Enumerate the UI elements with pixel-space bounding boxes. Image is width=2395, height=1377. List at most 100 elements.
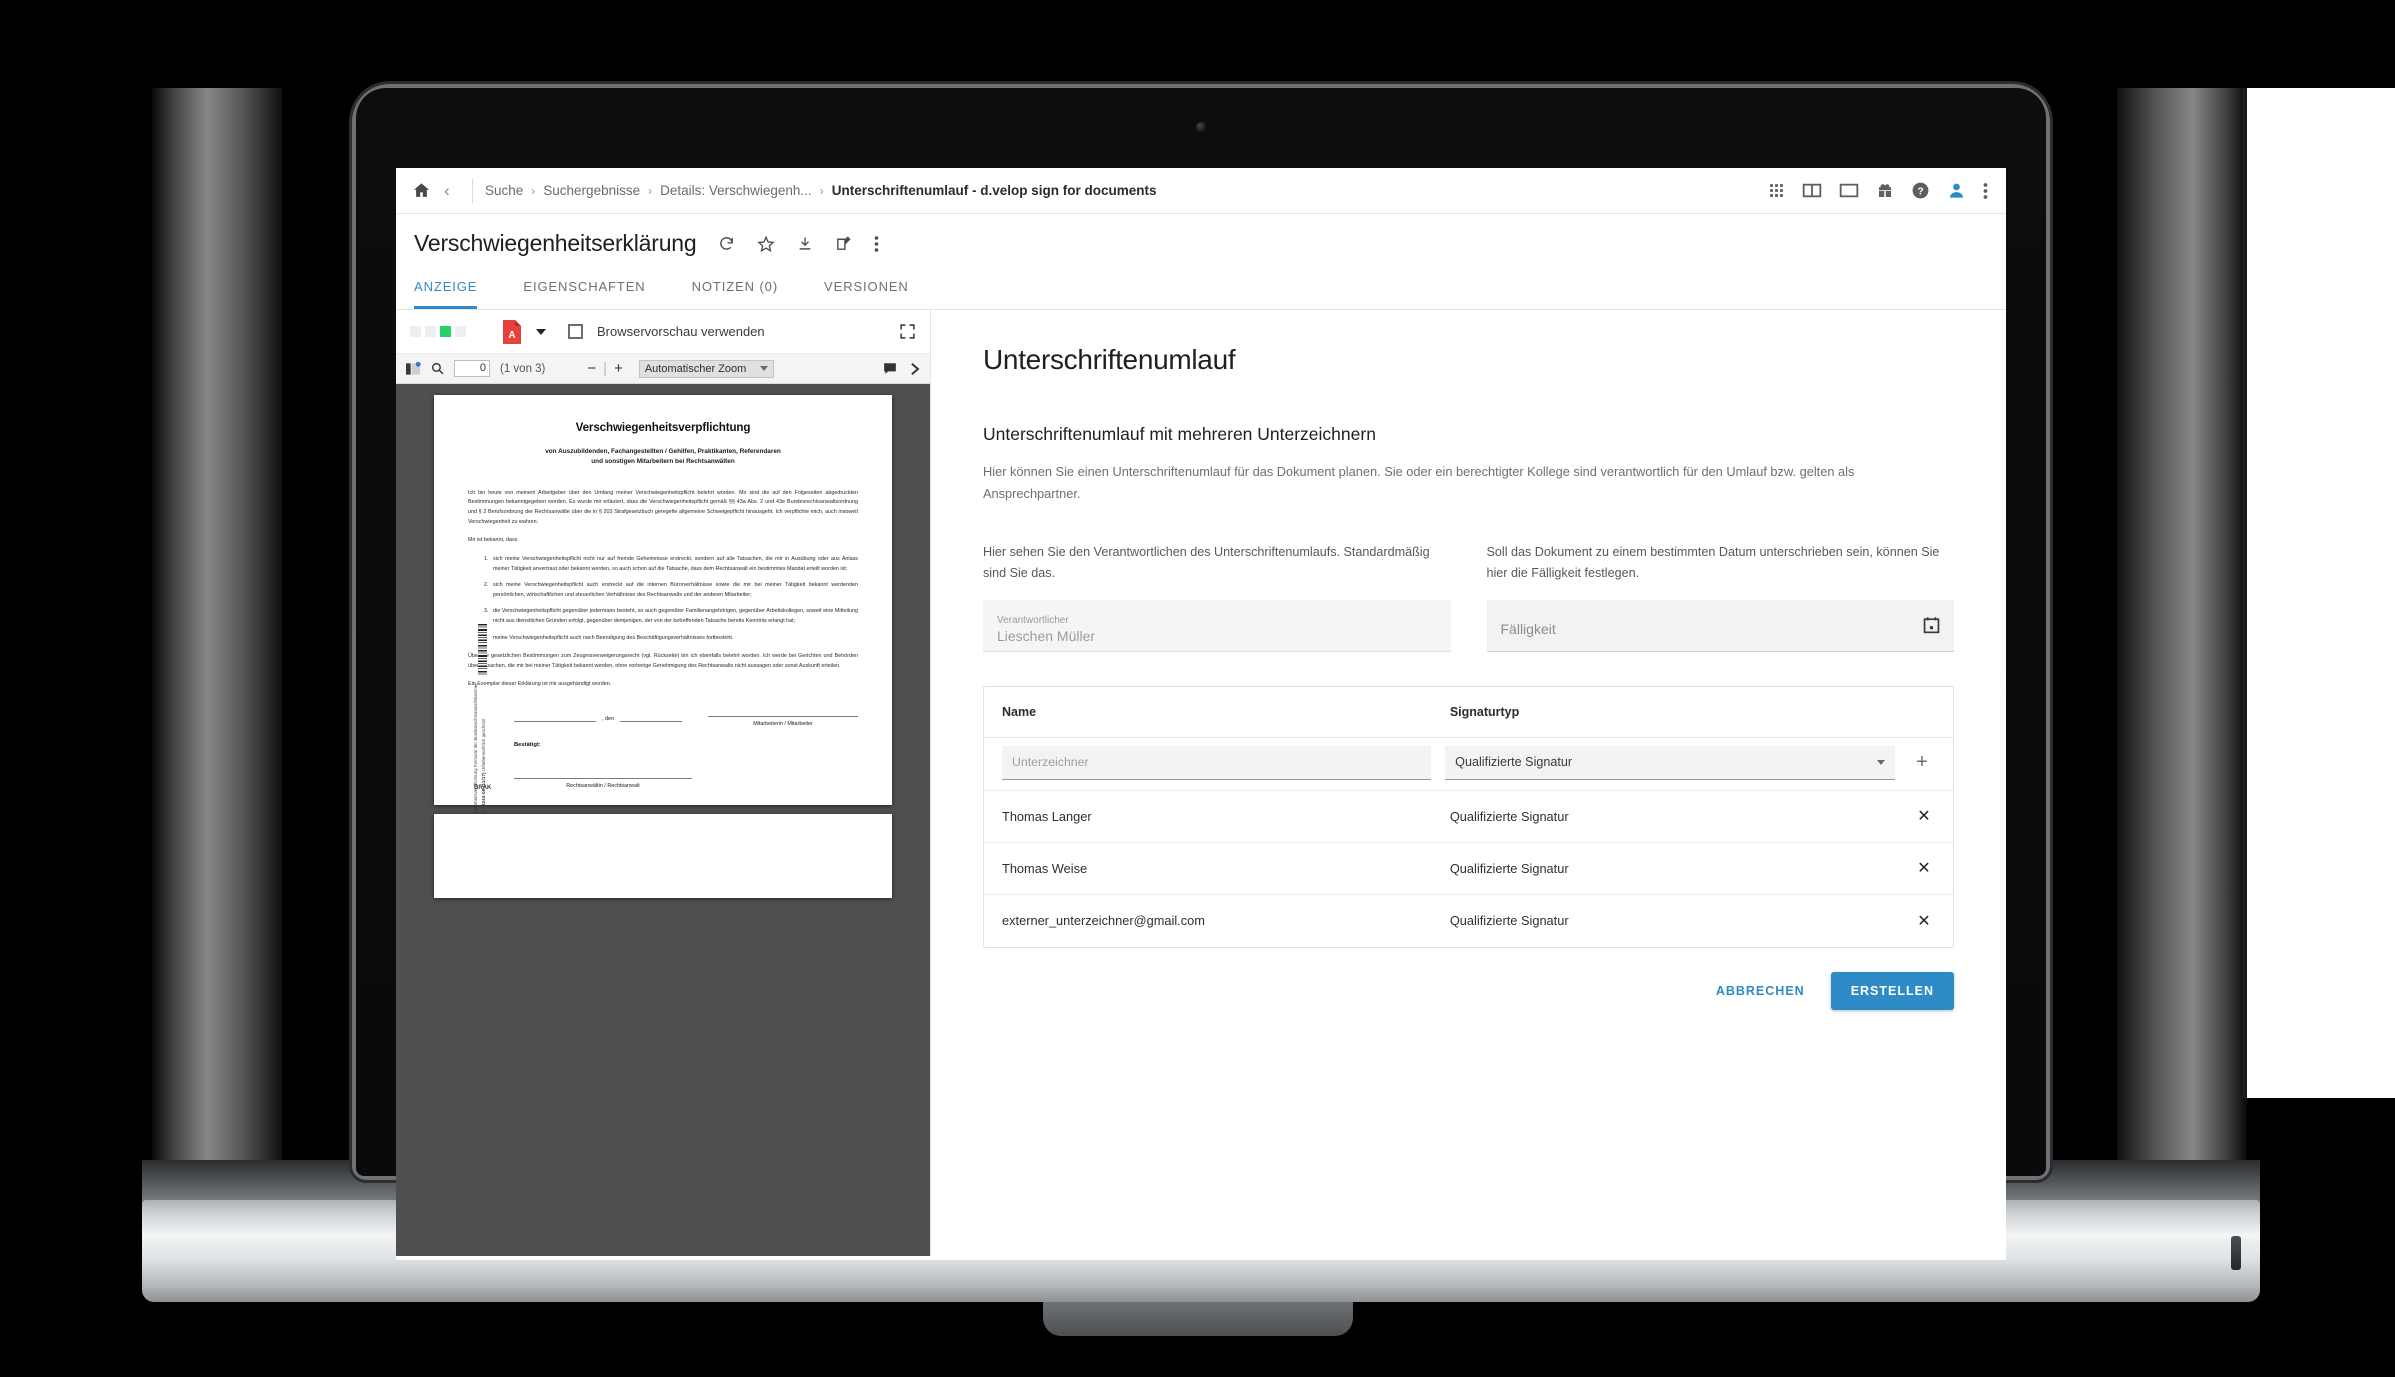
responsible-field-value: Lieschen Müller xyxy=(997,627,1096,644)
list-item: die Verschwiegenheitspflicht gegenüber j… xyxy=(490,607,858,626)
background-right-panel xyxy=(2243,88,2395,1098)
kebab-menu-icon[interactable] xyxy=(1983,182,1988,200)
margin-text-2: Formular der Bundesrechtsanwaltskammer xyxy=(473,683,478,768)
close-icon[interactable]: ✕ xyxy=(1913,806,1935,826)
close-icon[interactable]: ✕ xyxy=(1913,911,1935,931)
barcode xyxy=(478,623,487,676)
background-top xyxy=(2243,0,2395,88)
panel-actions: ABBRECHEN ERSTELLEN xyxy=(983,971,1954,1010)
caret-down-icon xyxy=(760,366,769,371)
breadcrumb-item-current: Unterschriftenumlauf - d.velop sign for … xyxy=(831,183,1157,198)
divider xyxy=(472,178,473,203)
tab-bar: ANZEIGE EIGENSCHAFTEN NOTIZEN (0) VERSIO… xyxy=(396,269,2006,310)
split-view-icon[interactable] xyxy=(1802,182,1822,199)
table-header: Name Signaturtyp xyxy=(984,687,1953,738)
duedate-description: Soll das Dokument zu einem bestimmten Da… xyxy=(1486,544,1940,580)
responsible-description: Hier sehen Sie den Verantwortlichen des … xyxy=(983,544,1430,580)
duedate-column: Soll das Dokument zu einem bestimmten Da… xyxy=(1486,542,1954,652)
star-icon[interactable] xyxy=(757,235,776,253)
duedate-placeholder: Fälligkeit xyxy=(1500,621,1556,638)
pdf-paragraph-3: Über die gesetzlichen Bestimmungen zum Z… xyxy=(468,653,858,669)
pdf-file-icon[interactable]: A xyxy=(502,319,522,344)
pdf-obligation-list: sich meine Verschwiegenheitspflicht nich… xyxy=(490,555,858,643)
pdf-signature-block: Verschwiegenheitsverpflichtung Formular … xyxy=(468,623,858,830)
new-signer-input[interactable]: Unterzeichner xyxy=(1002,745,1432,780)
close-icon[interactable]: ✕ xyxy=(1913,858,1935,878)
help-icon[interactable]: ? xyxy=(1911,181,1930,200)
tab-versionen[interactable]: VERSIONEN xyxy=(824,269,909,309)
webcam-icon xyxy=(1196,122,1206,132)
user-avatar-icon[interactable] xyxy=(1947,181,1966,200)
laptop-bezel: ‹ Suche › Suchergebnisse › Details: Vers… xyxy=(356,88,2046,1260)
zoom-select[interactable]: Automatischer Zoom xyxy=(638,359,775,378)
kebab-menu-icon[interactable] xyxy=(874,235,879,253)
pdf-margin-text: Verschwiegenheitsverpflichtung Formular … xyxy=(472,680,506,830)
plus-icon[interactable]: + xyxy=(1909,751,1935,774)
signature-den-label: , den xyxy=(602,715,614,722)
form-columns: Hier sehen Sie den Verantwortlichen des … xyxy=(983,542,1954,652)
search-icon[interactable] xyxy=(431,362,444,375)
download-icon[interactable] xyxy=(797,235,813,252)
signer-name: Thomas Weise xyxy=(1002,860,1088,876)
signature-lawyer-label: Rechtsanwältin / Rechtsanwalt xyxy=(566,782,640,789)
signers-table: Name Signaturtyp Unterzeichner Qualifizi… xyxy=(983,685,1954,948)
signer-type: Qualifizierte Signatur xyxy=(1449,913,1569,929)
zoom-out-button[interactable]: − xyxy=(587,360,596,377)
toggle-sidebar-icon[interactable] xyxy=(406,361,421,376)
single-view-icon[interactable] xyxy=(1839,182,1859,199)
table-row: externer_unterzeichner@gmail.com Qualifi… xyxy=(984,895,1953,947)
app-topbar: ‹ Suche › Suchergebnisse › Details: Vers… xyxy=(396,168,2006,214)
svg-text:A: A xyxy=(508,330,515,341)
cancel-button[interactable]: ABBRECHEN xyxy=(1700,973,1821,1009)
browser-preview-checkbox[interactable] xyxy=(568,324,583,339)
laptop-side-left xyxy=(152,88,282,1178)
chevron-right-icon[interactable] xyxy=(909,362,920,376)
pdf-doc-subheading: von Auszubildenden, Fachangestellten / G… xyxy=(468,447,858,467)
back-button[interactable]: ‹ xyxy=(434,181,460,201)
breadcrumb-separator: › xyxy=(531,183,536,198)
margin-text-4: Urheberrechtlich geschützt xyxy=(480,718,486,771)
laptop-lid: ‹ Suche › Suchergebnisse › Details: Vers… xyxy=(356,88,2046,1260)
apps-grid-icon[interactable] xyxy=(1768,182,1785,199)
create-button[interactable]: ERSTELLEN xyxy=(1830,971,1954,1010)
viewer-toolbar: A Browservorschau verwenden xyxy=(396,310,930,354)
pdf-canvas[interactable]: Verschwiegenheitsverpflichtung von Auszu… xyxy=(396,384,930,1256)
responsible-field[interactable]: Verantwortlicher Lieschen Müller xyxy=(983,599,1451,652)
pdf-subheading-line1: von Auszubildenden, Fachangestellten / G… xyxy=(545,448,781,455)
calendar-icon[interactable] xyxy=(1923,616,1940,634)
laptop-foot xyxy=(1042,1302,1353,1336)
fullscreen-icon[interactable] xyxy=(899,323,916,340)
gift-icon[interactable] xyxy=(1876,182,1894,200)
signer-name: Thomas Langer xyxy=(1002,808,1092,824)
new-signer-type-value: Qualifizierte Signatur xyxy=(1455,755,1573,770)
panel-intro-text: Hier können Sie einen Unterschriftenumla… xyxy=(983,464,1855,502)
breadcrumb-item-suchergebnisse[interactable]: Suchergebnisse xyxy=(543,183,640,198)
tab-anzeige[interactable]: ANZEIGE xyxy=(414,269,478,309)
tab-eigenschaften[interactable]: EIGENSCHAFTEN xyxy=(523,269,645,309)
edit-icon[interactable] xyxy=(835,235,852,252)
signer-name: externer_unterzeichner@gmail.com xyxy=(1002,913,1205,929)
pdf-doc-heading: Verschwiegenheitsverpflichtung xyxy=(575,421,751,434)
page-number-input[interactable]: 0 xyxy=(454,360,490,377)
new-signer-type-select[interactable]: Qualifizierte Signatur xyxy=(1445,745,1895,780)
zoom-controls: − | + xyxy=(587,360,623,377)
tab-notizen[interactable]: NOTIZEN (0) xyxy=(692,269,778,309)
zoom-in-button[interactable]: + xyxy=(614,360,623,377)
home-icon[interactable] xyxy=(408,178,434,204)
breadcrumb-item-details[interactable]: Details: Verschwiegenh... xyxy=(660,183,812,198)
pdf-paragraph-2: Mir ist bekannt, dass xyxy=(468,537,518,544)
list-item: sich meine Verschwiegenheitspflicht nich… xyxy=(490,555,858,574)
signature-confirm-label: Bestätigt: xyxy=(514,741,541,748)
list-item: sich meine Verschwiegenheitspflicht auch… xyxy=(490,581,858,600)
comment-icon[interactable] xyxy=(883,362,897,375)
laptop-port xyxy=(2231,1236,2241,1270)
page-count-label: (1 von 3) xyxy=(500,362,546,375)
caret-down-icon[interactable] xyxy=(536,328,546,335)
signature-employee-label: Mitarbeiterin / Mitarbeiter xyxy=(753,720,813,727)
duedate-field[interactable]: Fälligkeit xyxy=(1486,599,1954,652)
pdf-page-1: Verschwiegenheitsverpflichtung von Auszu… xyxy=(434,395,892,830)
breadcrumb-separator: › xyxy=(648,183,653,198)
refresh-icon[interactable] xyxy=(718,235,735,252)
brak-logo: BRAK xyxy=(474,784,492,791)
breadcrumb-item-suche[interactable]: Suche xyxy=(485,183,523,198)
